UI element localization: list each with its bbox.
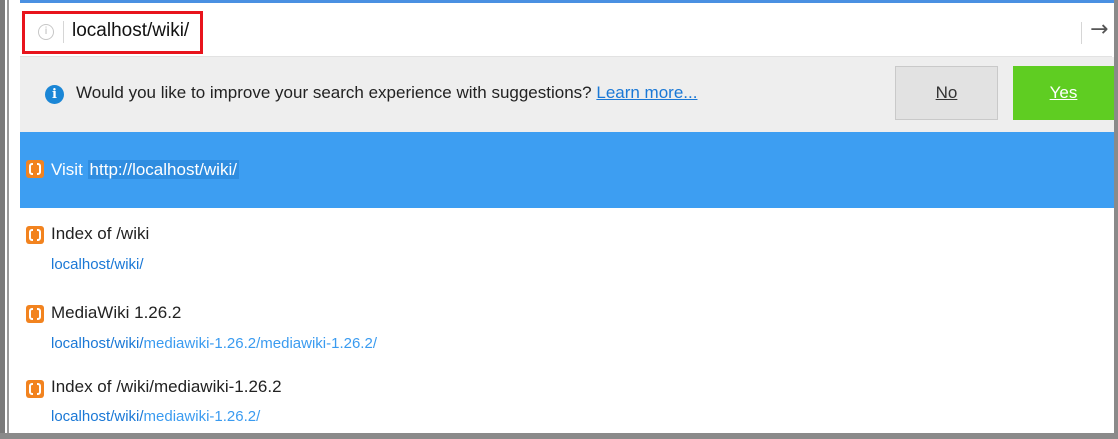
info-icon: i [45,85,64,104]
result-title[interactable]: MediaWiki 1.26.2 [51,303,181,323]
go-button-divider [1081,22,1082,44]
yes-button[interactable]: Yes [1013,66,1114,120]
visit-suggestion-label: Visit http://localhost/wiki/ [51,160,239,180]
result-title[interactable]: Index of /wiki [51,224,149,244]
window-left-border [7,0,9,439]
result-url[interactable]: localhost/wiki/ [51,256,144,273]
xampp-favicon-icon [26,305,44,323]
annotation-highlight-box [22,11,203,54]
notice-message-text: Would you like to improve your search ex… [76,83,592,102]
result-url-host: localhost/wiki/ [51,335,144,352]
learn-more-link[interactable]: Learn more... [596,83,697,102]
result-url-path: mediawiki-1.26.2/mediawiki-1.26.2/ [143,335,377,352]
result-url[interactable]: localhost/wiki/mediawiki-1.26.2/mediawik… [51,335,377,352]
focus-accent-line [20,0,1114,3]
result-url-host: localhost/wiki/ [51,408,144,425]
window-left-edge [0,0,5,439]
xampp-favicon-icon [26,380,44,398]
yes-button-label: Yes [1049,83,1078,102]
no-button[interactable]: No [895,66,998,120]
window-right-edge [1114,0,1118,439]
result-title[interactable]: Index of /wiki/mediawiki-1.26.2 [51,377,282,397]
result-url[interactable]: localhost/wiki/mediawiki-1.26.2/ [51,408,260,425]
xampp-favicon-icon [26,226,44,244]
visit-prefix: Visit [51,160,83,179]
xampp-favicon-icon [26,160,44,178]
notice-message: Would you like to improve your search ex… [76,83,697,103]
window-bottom-edge [0,433,1118,439]
result-url-path: mediawiki-1.26.2/ [143,408,261,425]
no-button-label: No [935,83,958,102]
result-url-host: localhost/wiki/ [51,256,144,273]
arrow-right-icon[interactable]: → [1090,17,1108,42]
visit-url: http://localhost/wiki/ [87,160,239,179]
